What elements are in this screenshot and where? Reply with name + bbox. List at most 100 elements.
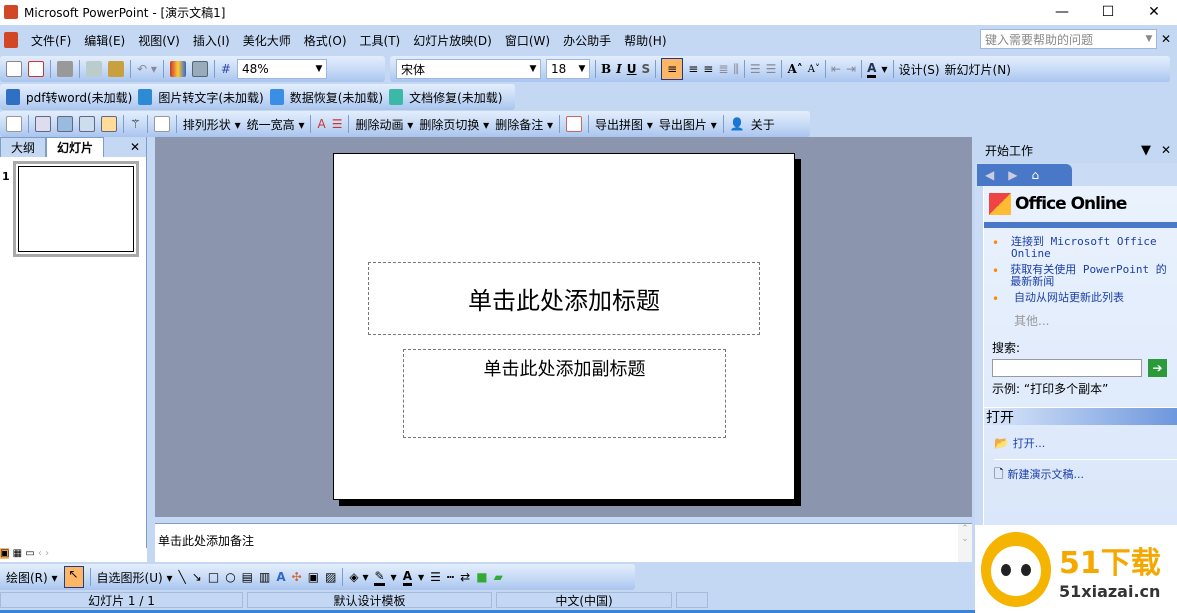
font-select[interactable]: 宋体▼	[396, 59, 541, 79]
task-pane-close[interactable]: ✕	[1161, 143, 1171, 157]
zoom-select[interactable]: 48%▼	[237, 59, 327, 79]
new-presentation-link[interactable]: 新建演示文稿...	[1007, 468, 1084, 481]
link-connect[interactable]: 连接到 Microsoft Office Online	[1011, 236, 1177, 260]
new-icon[interactable]	[6, 61, 22, 77]
shadow-style-icon[interactable]: ■	[476, 570, 487, 584]
forward-icon[interactable]: ▶	[1008, 168, 1017, 182]
close-doc-button[interactable]: ✕	[1161, 32, 1171, 46]
sorter-view-icon[interactable]: ▦	[13, 548, 22, 559]
menu-file[interactable]: 文件(F)	[31, 32, 71, 49]
copy-icon[interactable]	[86, 61, 102, 77]
textbox-icon[interactable]: ▤	[242, 570, 253, 584]
line-style-icon[interactable]: ☰	[430, 570, 441, 584]
menu-beautify[interactable]: 美化大师	[243, 32, 291, 49]
close-button[interactable]: ✕	[1131, 0, 1177, 25]
slide-thumbnail[interactable]	[13, 161, 139, 257]
arrow-icon[interactable]: ↘	[192, 570, 202, 584]
line-spacing-icon[interactable]: ☰	[332, 117, 343, 131]
magic-wand-icon[interactable]: ⚚	[130, 117, 141, 131]
task-pane-menu-icon[interactable]: ▼	[1141, 143, 1151, 158]
new-slide-button[interactable]: 新幻灯片(N)	[945, 61, 1011, 78]
menu-edit[interactable]: 编辑(E)	[84, 32, 125, 49]
distribute-icon[interactable]: ⫼	[733, 62, 739, 77]
open-link[interactable]: 打开...	[1013, 437, 1046, 450]
help-search-input[interactable]: 键入需要帮助的问题▼	[980, 29, 1157, 49]
new-slide-icon[interactable]	[6, 116, 22, 132]
delete-notes-button[interactable]: 删除备注 ▾	[495, 116, 553, 133]
subtitle-placeholder[interactable]: 单击此处添加副标题	[403, 349, 726, 438]
align-right-icon[interactable]: ≡	[703, 62, 713, 76]
align-left-button[interactable]: ≡	[661, 58, 683, 80]
template-icon[interactable]	[101, 116, 117, 132]
slide-canvas[interactable]: 单击此处添加标题 单击此处添加副标题	[333, 153, 795, 500]
chevron-down-icon[interactable]: ▼	[881, 65, 887, 74]
insert-picture-icon[interactable]: ▨	[325, 570, 336, 584]
addin-recovery[interactable]: 数据恢复(未加载)	[290, 89, 383, 106]
grid-icon[interactable]: #	[221, 62, 231, 76]
permission-icon[interactable]	[28, 61, 44, 77]
print-icon[interactable]	[57, 61, 73, 77]
link-more[interactable]: 其他...	[1014, 312, 1177, 329]
dash-style-icon[interactable]: ┅	[447, 570, 454, 584]
autoshapes-menu[interactable]: 自选图形(U) ▾	[97, 569, 173, 586]
increase-indent-icon[interactable]: ⇥	[846, 62, 856, 76]
italic-button[interactable]: I	[616, 62, 622, 76]
paste-icon[interactable]	[108, 61, 124, 77]
maximize-button[interactable]: ☐	[1085, 0, 1131, 25]
chevron-down-icon[interactable]: ▼	[1142, 30, 1156, 48]
picture-icon[interactable]	[57, 116, 73, 132]
close-pane-button[interactable]: ✕	[130, 140, 140, 154]
back-icon[interactable]: ◀	[985, 168, 994, 182]
menu-window[interactable]: 窗口(W)	[505, 32, 550, 49]
decrease-indent-icon[interactable]: ⇤	[831, 62, 841, 76]
menu-help[interactable]: 帮助(H)	[624, 32, 666, 49]
delete-animation-button[interactable]: 删除动画 ▾	[355, 116, 413, 133]
decrease-font-icon[interactable]: A˅	[808, 64, 820, 75]
title-placeholder[interactable]: 单击此处添加标题	[368, 262, 760, 335]
table-icon[interactable]	[192, 61, 208, 77]
undo-icon[interactable]: ↶ ▾	[137, 62, 157, 76]
minimize-button[interactable]: —	[1039, 0, 1085, 25]
wordart-icon[interactable]: A	[276, 570, 285, 584]
font-replace-icon[interactable]: A	[317, 117, 325, 131]
addin-repair[interactable]: 文档修复(未加载)	[409, 89, 502, 106]
vertical-textbox-icon[interactable]: ▥	[259, 570, 270, 584]
addin-pdf[interactable]: pdf转word(未加载)	[26, 89, 132, 106]
font-color-button[interactable]: A	[867, 61, 876, 78]
shadow-button[interactable]: S	[642, 62, 651, 76]
addin-ocr[interactable]: 图片转文字(未加载)	[158, 89, 263, 106]
bold-button[interactable]: B	[601, 62, 611, 76]
font-color-draw-icon[interactable]: A	[403, 569, 412, 586]
delete-transition-button[interactable]: 删除页切换 ▾	[419, 116, 489, 133]
page-icon[interactable]	[154, 116, 170, 132]
unify-size-button[interactable]: 统一宽高 ▾	[247, 116, 305, 133]
chevron-down-icon[interactable]: ▼	[418, 573, 424, 582]
horizontal-scrollbar[interactable]: ‹ ›	[38, 548, 49, 559]
align-center-icon[interactable]: ≡	[688, 62, 698, 76]
numbering-icon[interactable]: ☰	[750, 62, 761, 76]
select-pointer-button[interactable]: ↖	[64, 566, 84, 588]
menu-view[interactable]: 视图(V)	[138, 32, 180, 49]
oval-icon[interactable]: ○	[225, 570, 235, 584]
font-size-select[interactable]: 18▼	[546, 59, 590, 79]
doc-icon[interactable]	[4, 32, 18, 48]
diagram-icon[interactable]: ✣	[292, 570, 302, 584]
about-button[interactable]: 关于	[751, 116, 775, 133]
fill-color-icon[interactable]: ◈ ▾	[349, 570, 368, 584]
draw-menu[interactable]: 绘图(R) ▾	[6, 569, 58, 586]
tab-outline[interactable]: 大纲	[0, 137, 46, 157]
bullets-icon[interactable]: ☰	[766, 62, 777, 76]
menu-assistant[interactable]: 办公助手	[563, 32, 611, 49]
link-news[interactable]: 获取有关使用 PowerPoint 的最新新闻	[1010, 264, 1177, 288]
line-icon[interactable]: ╲	[179, 570, 186, 584]
chevron-down-icon[interactable]: ▼	[575, 60, 589, 78]
justify-icon[interactable]: ≣	[718, 62, 728, 76]
menu-slideshow[interactable]: 幻灯片放映(D)	[413, 32, 492, 49]
underline-button[interactable]: U	[627, 62, 637, 76]
search-input[interactable]	[992, 359, 1142, 377]
chevron-down-icon[interactable]: ▼	[391, 573, 397, 582]
tab-slides[interactable]: 幻灯片	[46, 137, 104, 157]
arrange-shapes-button[interactable]: 排列形状 ▾	[183, 116, 241, 133]
chart-icon[interactable]	[170, 61, 186, 77]
menu-tools[interactable]: 工具(T)	[360, 32, 401, 49]
